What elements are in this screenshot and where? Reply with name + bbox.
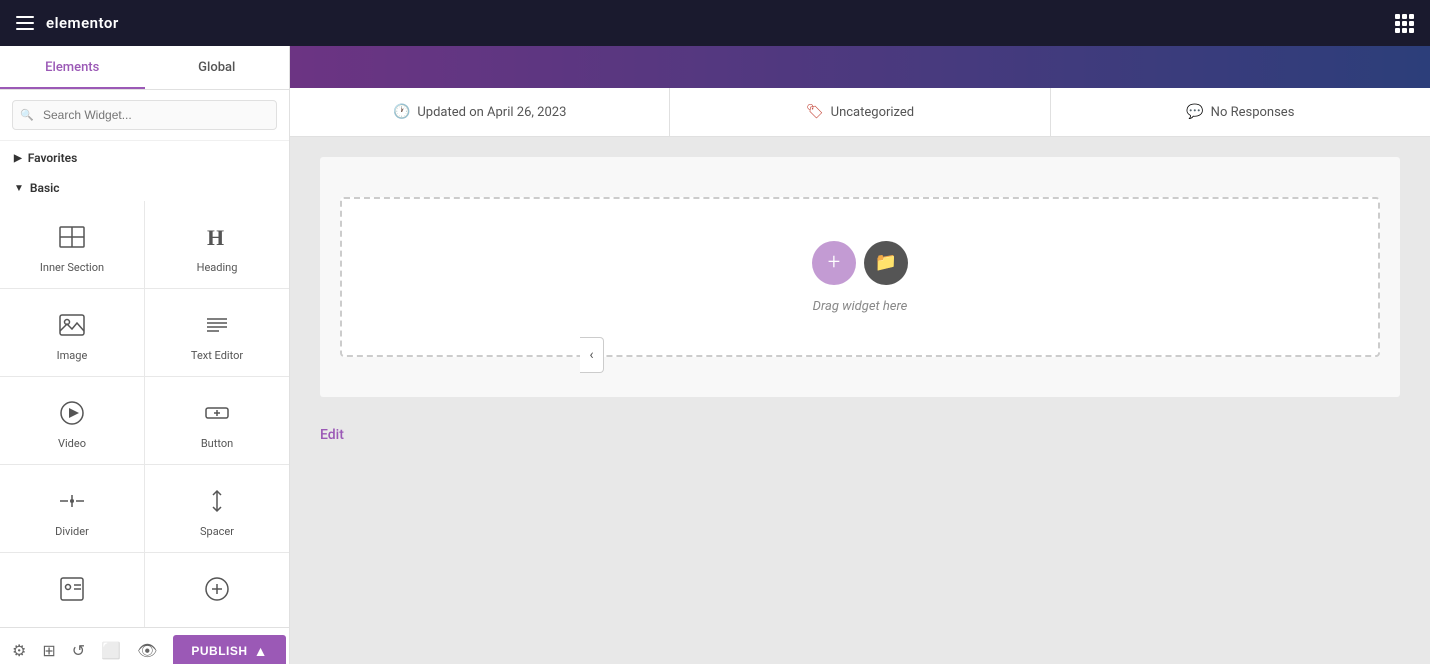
sidebar-bottom-bar: ⚙ ⊞ ↺ ⬜ 👁 PUBLISH ▲ [0,627,289,664]
widget-heading-label: Heading [197,261,238,274]
publish-chevron-icon: ▲ [254,643,268,659]
widget-spacer[interactable]: Spacer [145,465,289,552]
spacer-icon [199,483,235,519]
eye-icon[interactable]: 👁 [137,641,157,660]
favorites-arrow-icon: ▶ [14,153,22,164]
widget-image[interactable]: Image [0,289,144,376]
apps-grid-icon[interactable] [1395,14,1414,33]
heading-icon: H [199,219,235,255]
basic-section[interactable]: ▼ Basic [0,171,289,201]
divider-icon [54,483,90,519]
top-bar-left: elementor [16,14,119,32]
publish-button[interactable]: PUBLISH ▲ [173,635,286,664]
inner-section-icon [54,219,90,255]
widget10-icon [199,571,235,607]
basic-label: Basic [30,181,60,195]
widget-divider[interactable]: Divider [0,465,144,552]
folder-button[interactable]: 📁 [864,241,908,285]
responsive-icon[interactable]: ⬜ [101,641,121,660]
canvas-banner [290,46,1430,88]
layers-icon[interactable]: ⊞ [42,641,55,660]
edit-link[interactable]: Edit [320,427,344,443]
add-widget-button[interactable]: + [812,241,856,285]
post-meta-bar: 🕐 Updated on April 26, 2023 🏷 Uncategori… [290,88,1430,137]
tag-icon: 🏷 [806,104,824,120]
meta-updated: 🕐 Updated on April 26, 2023 [290,88,670,136]
chat-icon: 💬 [1186,104,1203,120]
hamburger-icon[interactable] [16,16,34,30]
widget-text-editor-label: Text Editor [191,349,243,362]
favorites-section[interactable]: ▶ Favorites [0,141,289,171]
settings-icon[interactable]: ⚙ [12,641,26,660]
search-input[interactable] [12,100,277,130]
widget-inner-section-label: Inner Section [40,261,104,274]
widget-button[interactable]: Button [145,377,289,464]
text-editor-icon [199,307,235,343]
image-icon [54,307,90,343]
sidebar-tabs: Elements Global [0,46,289,90]
video-icon [54,395,90,431]
main-layout: Elements Global ▶ Favorites ▼ Basic [0,46,1430,664]
canvas-content: + 📁 Drag widget here Edit [290,137,1430,463]
clock-icon: 🕐 [393,104,410,120]
brand-name: elementor [46,14,119,32]
favorites-label: Favorites [28,151,78,165]
drop-zone-text: Drag widget here [813,299,908,314]
canvas-area: ‹ 🕐 Updated on April 26, 2023 🏷 Uncatego… [290,46,1430,664]
widget-button-label: Button [201,437,233,450]
basic-arrow-icon: ▼ [14,183,24,194]
meta-responses: 💬 No Responses [1051,88,1430,136]
drop-zone-container: + 📁 Drag widget here [320,157,1400,397]
widget-image-label: Image [57,349,88,362]
search-wrap [12,100,277,130]
svg-text:H: H [207,225,224,250]
widget-heading[interactable]: H Heading [145,201,289,288]
sidebar-search [0,90,289,141]
widget-spacer-label: Spacer [200,525,234,538]
tab-elements[interactable]: Elements [0,46,145,89]
meta-updated-text: Updated on April 26, 2023 [417,105,566,120]
meta-category: 🏷 Uncategorized [670,88,1050,136]
widget-inner-section[interactable]: Inner Section [0,201,144,288]
history-icon[interactable]: ↺ [72,641,85,660]
widget-text-editor[interactable]: Text Editor [145,289,289,376]
widget-video[interactable]: Video [0,377,144,464]
widget-9[interactable] [0,553,144,627]
top-bar: elementor [0,0,1430,46]
toggle-panel-button[interactable]: ‹ [580,337,604,373]
meta-responses-text: No Responses [1211,105,1295,120]
widget-10[interactable] [145,553,289,627]
tab-global[interactable]: Global [145,46,290,89]
button-icon [199,395,235,431]
widget-divider-label: Divider [55,525,89,538]
meta-category-text: Uncategorized [831,105,914,120]
widget-grid: Inner Section H Heading [0,201,289,627]
drop-zone[interactable]: + 📁 Drag widget here [340,197,1380,357]
drop-zone-icons: + 📁 [812,241,908,285]
widget-video-label: Video [58,437,86,450]
widget9-icon [54,571,90,607]
sidebar: Elements Global ▶ Favorites ▼ Basic [0,46,290,664]
